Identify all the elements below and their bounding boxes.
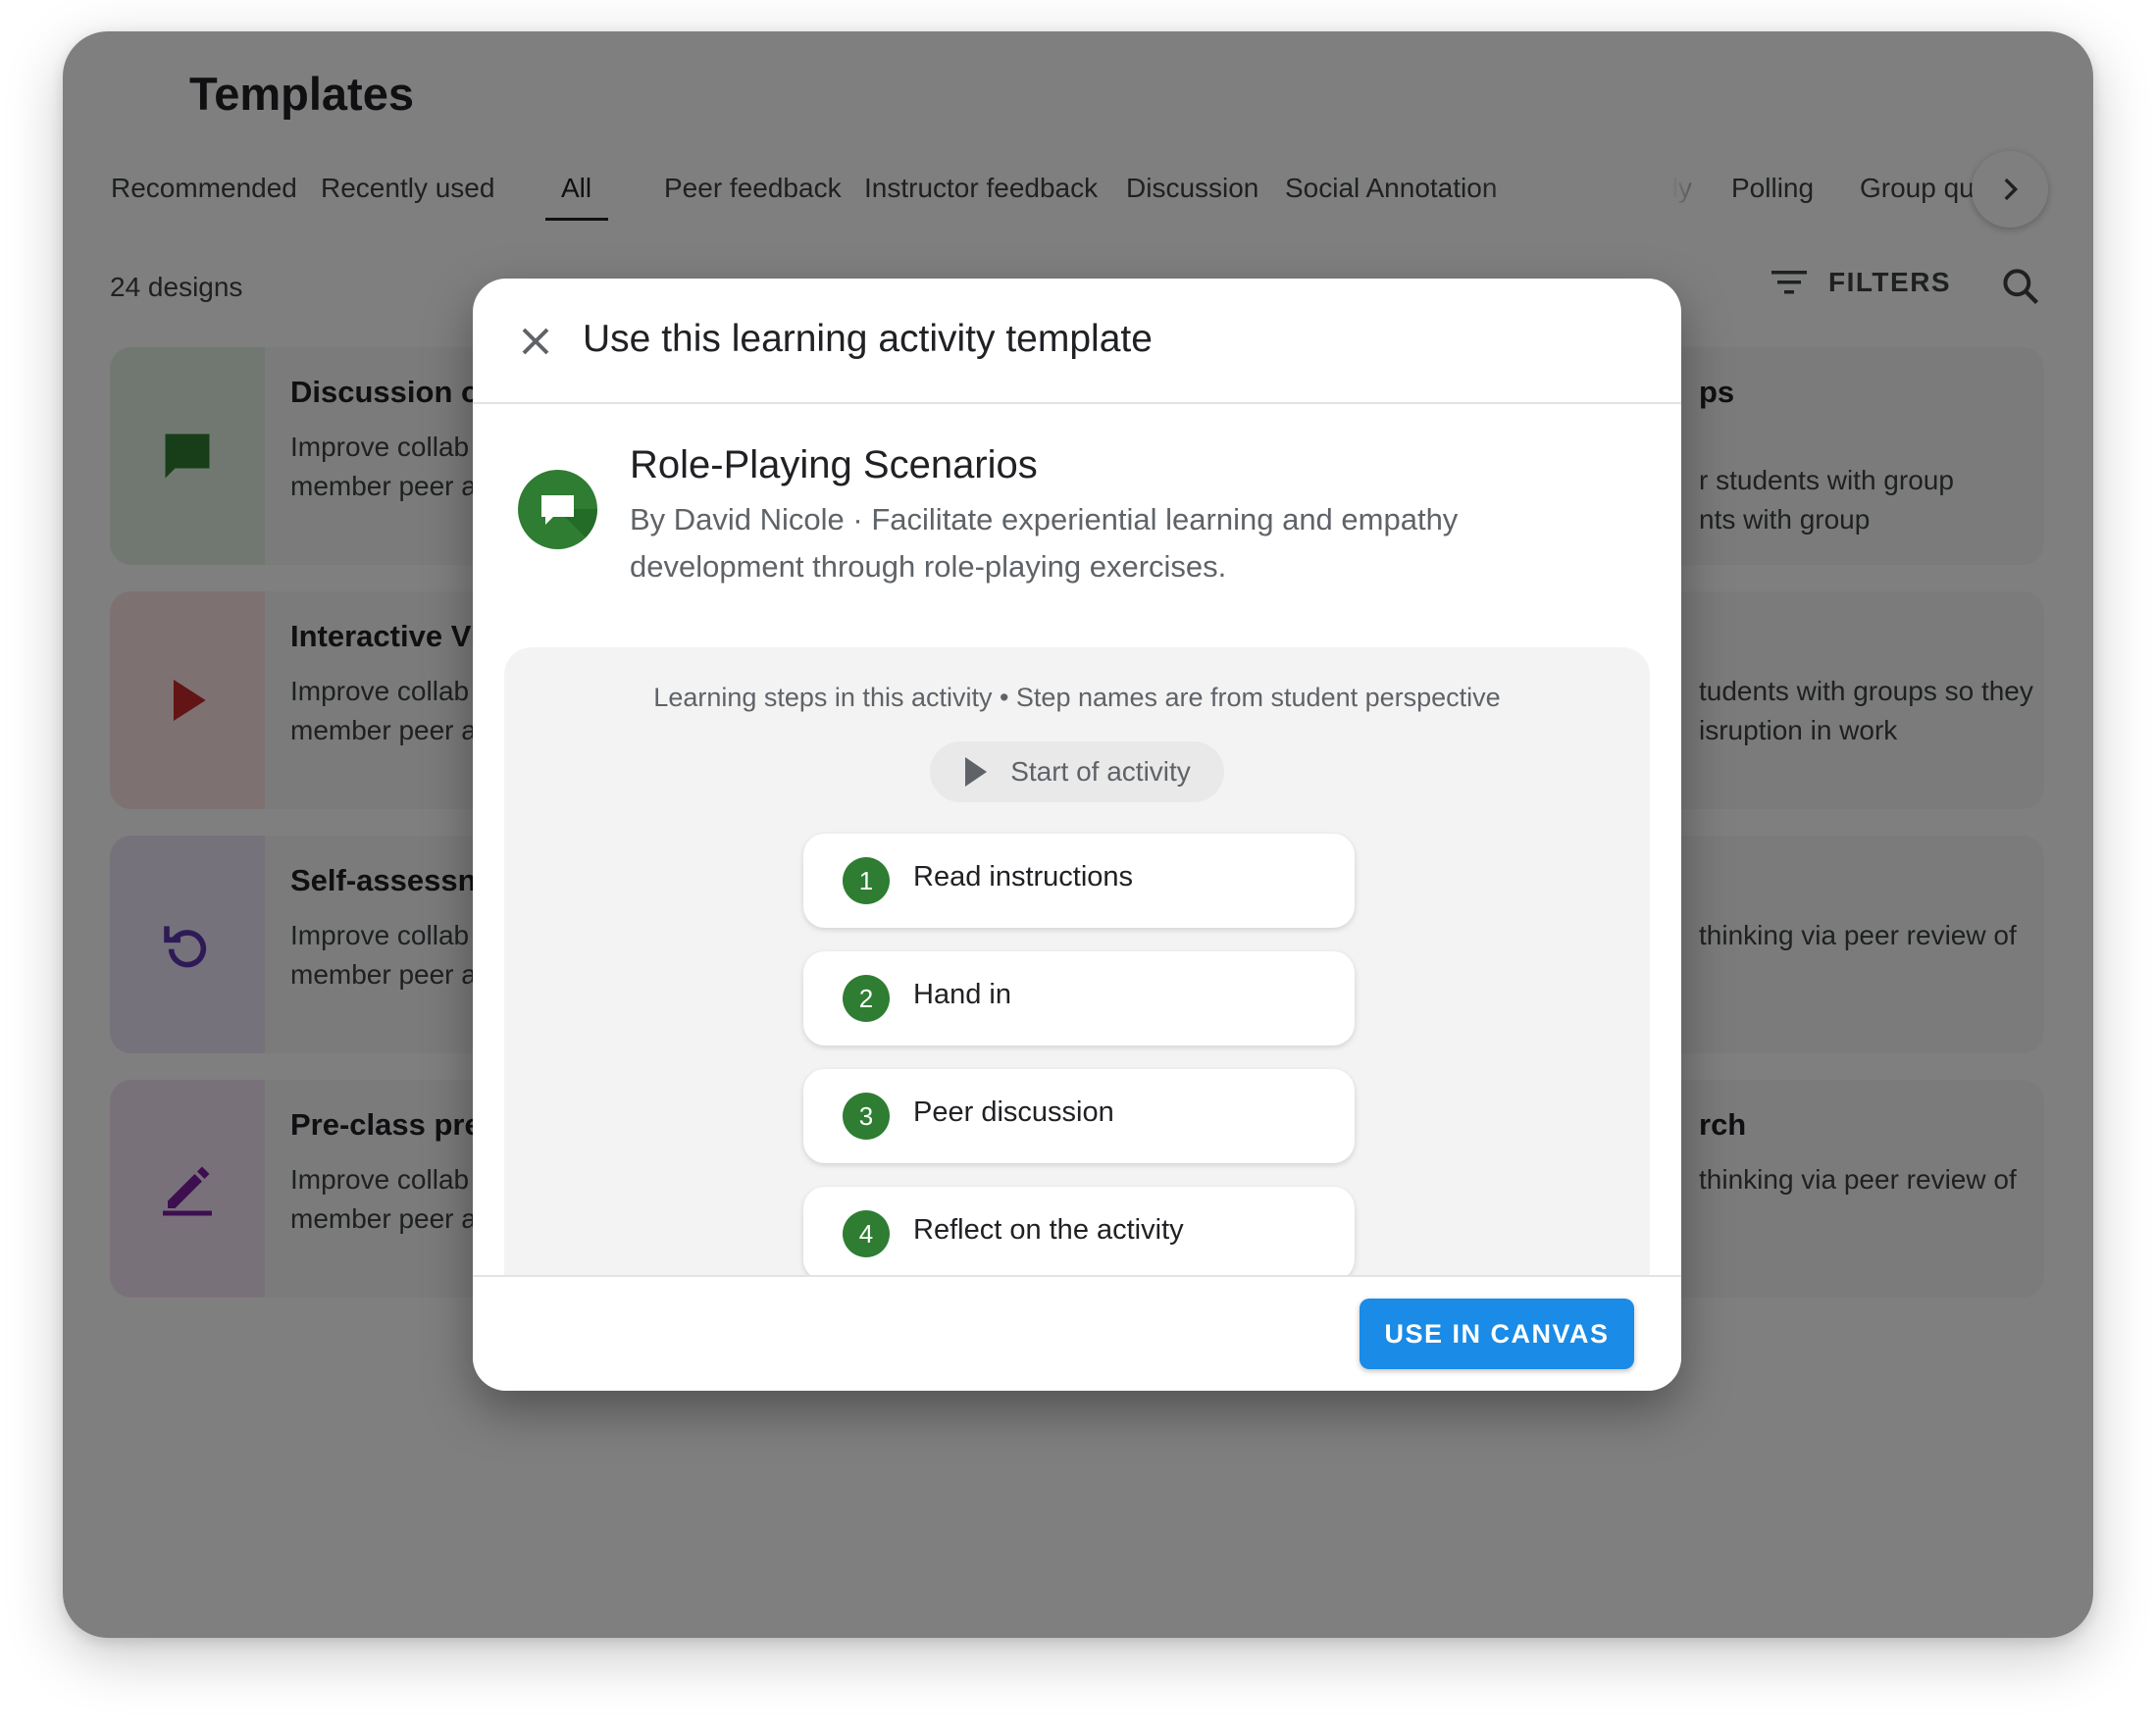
step-number: 2 — [843, 975, 890, 1022]
step-number: 3 — [843, 1093, 890, 1140]
app-window: Templates Recommended Recently used All … — [63, 31, 2093, 1638]
play-icon — [965, 757, 988, 787]
step-label: Peer discussion — [913, 1096, 1114, 1128]
step-label: Hand in — [913, 979, 1011, 1010]
step-label: Reflect on the activity — [913, 1214, 1184, 1246]
dialog-footer: USE IN CANVAS — [473, 1275, 1681, 1391]
step-number: 4 — [843, 1210, 890, 1257]
dialog-header: Use this learning activity template — [473, 279, 1681, 404]
step-number: 1 — [843, 857, 890, 904]
step-item: 1 Read instructions — [803, 834, 1355, 928]
use-in-canvas-button[interactable]: USE IN CANVAS — [1360, 1299, 1634, 1369]
start-label: Start of activity — [1010, 756, 1191, 787]
steps-caption: Learning steps in this activity • Step n… — [653, 683, 1501, 712]
template-description: By David Nicole · Facilitate experientia… — [630, 502, 1459, 584]
template-name: Role-Playing Scenarios — [630, 443, 1038, 486]
use-template-dialog: Use this learning activity template Role… — [473, 279, 1681, 1391]
template-icon — [518, 470, 597, 549]
close-button[interactable] — [512, 318, 559, 365]
start-of-activity-marker: Start of activity — [930, 741, 1224, 802]
close-icon — [522, 328, 549, 355]
learning-steps-panel: Learning steps in this activity • Step n… — [504, 647, 1650, 1353]
step-item: 2 Hand in — [803, 951, 1355, 1046]
step-item: 3 Peer discussion — [803, 1069, 1355, 1163]
speech-bubble-icon — [541, 495, 597, 549]
dialog-title: Use this learning activity template — [583, 318, 1153, 360]
step-label: Read instructions — [913, 861, 1134, 892]
step-item: 4 Reflect on the activity — [803, 1187, 1355, 1281]
